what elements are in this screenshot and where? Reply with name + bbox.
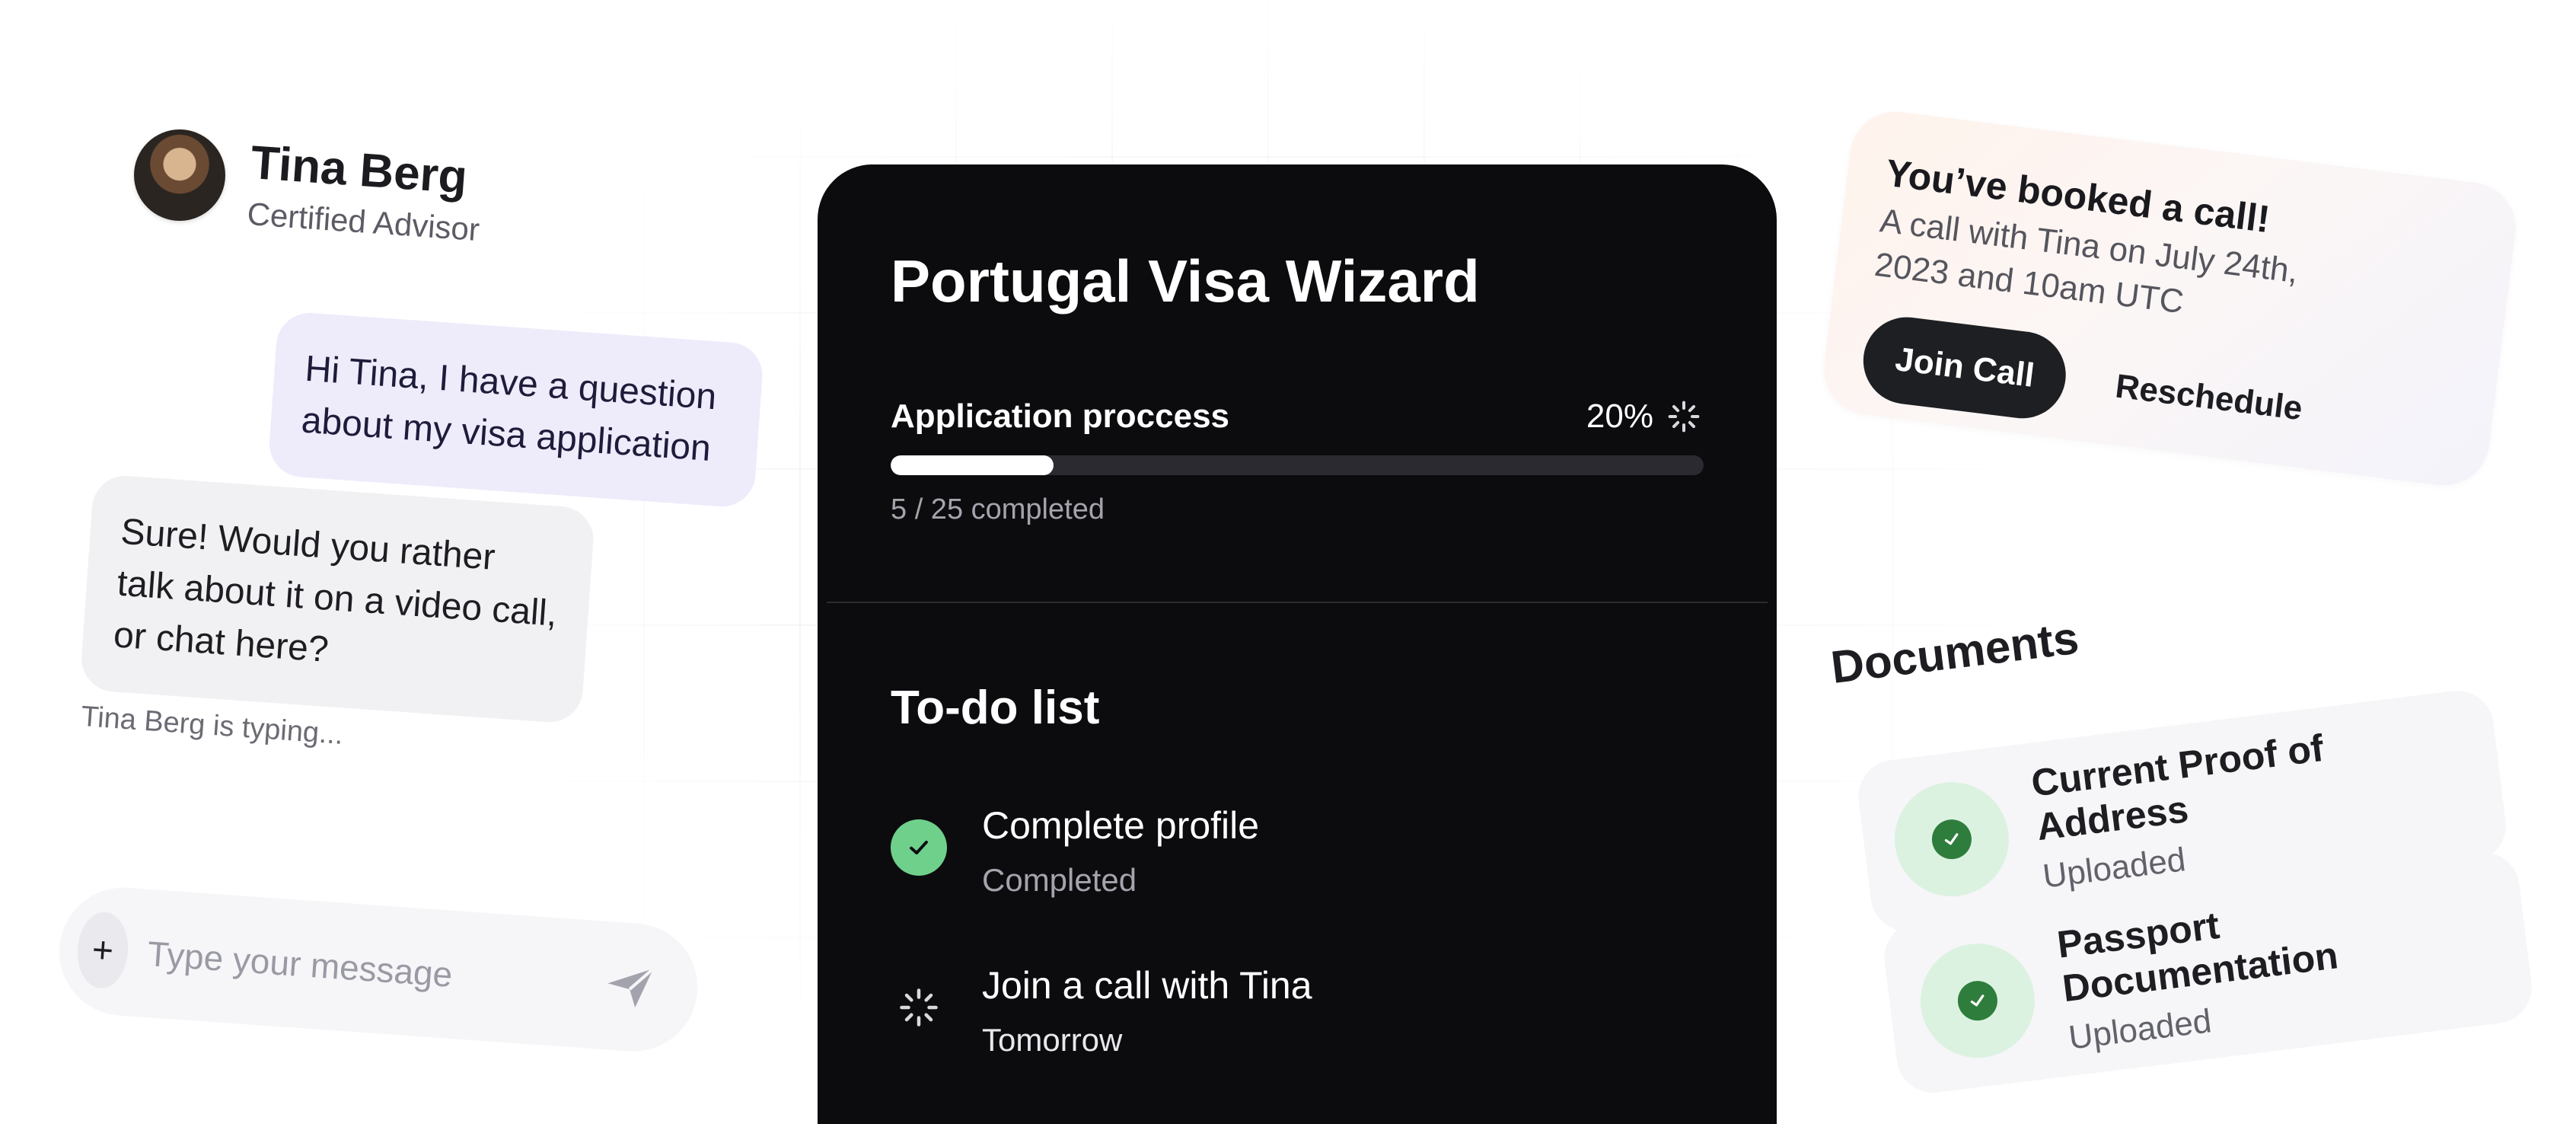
progress-percent: 20% bbox=[1586, 398, 1701, 436]
attach-button[interactable]: + bbox=[75, 910, 131, 990]
wizard-title: Portugal Visa Wizard bbox=[891, 247, 1480, 315]
loading-spinner-icon bbox=[1668, 401, 1700, 433]
join-call-button[interactable]: Join Call bbox=[1858, 312, 2071, 423]
divider bbox=[827, 602, 1768, 603]
loading-spinner-icon bbox=[891, 979, 947, 1036]
plus-icon: + bbox=[91, 929, 115, 972]
check-circle-icon bbox=[1955, 979, 2000, 1023]
progress-bar bbox=[891, 455, 1704, 475]
check-circle-icon bbox=[1929, 817, 1974, 862]
send-icon bbox=[607, 967, 655, 1007]
chat-message-user: Hi Tina, I have a question about my visa… bbox=[266, 311, 765, 509]
todo-item-name: Join a call with Tina bbox=[982, 964, 1312, 1007]
visa-wizard-card: Portugal Visa Wizard Application procces… bbox=[818, 164, 1777, 1124]
todo-item-status: Completed bbox=[982, 862, 1137, 898]
todo-item-name: Complete profile bbox=[982, 804, 1260, 847]
advisor-avatar bbox=[134, 129, 225, 221]
progress-count: 5 / 25 completed bbox=[891, 493, 1105, 525]
document-status-badge bbox=[1888, 775, 2016, 903]
chat-message-advisor: Sure! Would you rather talk about it on … bbox=[79, 474, 596, 725]
todo-item-status: Tomorrow bbox=[982, 1022, 1123, 1058]
todo-item-join-call[interactable]: Join a call with Tina Tomorrow bbox=[891, 961, 1312, 1065]
advisor-info: Tina Berg Certified Advisor bbox=[246, 136, 485, 248]
check-circle-icon bbox=[891, 819, 947, 876]
todo-title: To-do list bbox=[891, 682, 1100, 734]
message-input[interactable] bbox=[144, 931, 605, 1007]
document-status-badge bbox=[1914, 937, 2042, 1065]
progress-bar-fill bbox=[891, 455, 1054, 475]
reschedule-button[interactable]: Reschedule bbox=[2109, 366, 2309, 429]
progress-label: Application proccess bbox=[891, 398, 1230, 435]
todo-item-complete-profile[interactable]: Complete profile Completed bbox=[891, 801, 1259, 905]
progress-percent-text: 20% bbox=[1586, 398, 1653, 435]
advisor-header: Tina Berg Certified Advisor bbox=[134, 129, 486, 247]
advisor-name: Tina Berg bbox=[249, 136, 470, 204]
typing-indicator: Tina Berg is typing... bbox=[80, 701, 345, 751]
send-button[interactable] bbox=[601, 959, 658, 1016]
advisor-role: Certified Advisor bbox=[246, 195, 481, 248]
